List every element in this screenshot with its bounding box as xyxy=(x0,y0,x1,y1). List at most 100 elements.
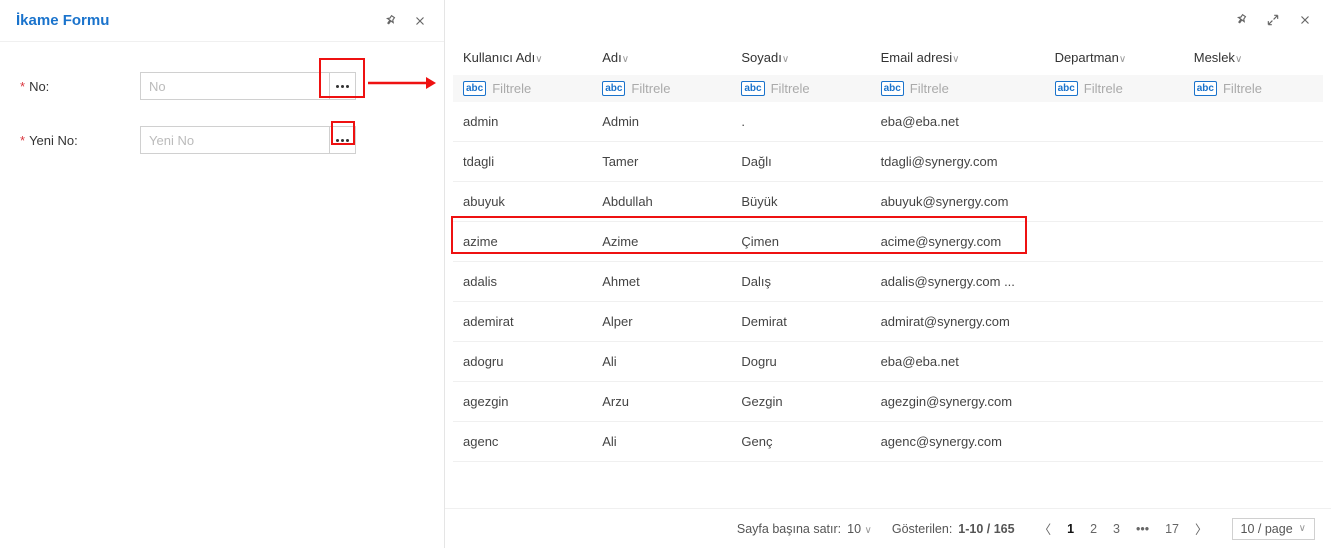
table-cell: Admin xyxy=(592,102,731,142)
col-header-job[interactable]: Meslek∨ xyxy=(1184,40,1323,75)
rows-per-page-label: Sayfa başına satır: xyxy=(737,522,841,536)
label-no: *No: xyxy=(20,79,140,94)
form-title: İkame Formu xyxy=(16,12,109,29)
grid-footer: Sayfa başına satır: 10 ∨ Gösterilen: 1-1… xyxy=(445,508,1331,548)
page-ellipsis: ••• xyxy=(1132,520,1153,538)
input-yeni-no[interactable] xyxy=(140,126,330,154)
table-cell: admirat@synergy.com xyxy=(871,302,1045,342)
table-cell: Dağlı xyxy=(731,142,870,182)
table-cell: . xyxy=(731,102,870,142)
table-cell xyxy=(1045,182,1184,222)
table-row[interactable]: adminAdmin.eba@eba.net xyxy=(453,102,1323,142)
table-cell: adalis@synergy.com ... xyxy=(871,262,1045,302)
filter-icon[interactable]: abc xyxy=(741,81,764,96)
page-next[interactable]: 〉 xyxy=(1191,517,1212,540)
table-cell: Azime xyxy=(592,222,731,262)
page-2[interactable]: 2 xyxy=(1086,520,1101,538)
table-cell: Dalış xyxy=(731,262,870,302)
page-3[interactable]: 3 xyxy=(1109,520,1124,538)
page-size-select[interactable]: 10 / page∨ xyxy=(1232,518,1315,540)
filter-icon[interactable]: abc xyxy=(1055,81,1078,96)
filter-input-department[interactable] xyxy=(1084,81,1174,96)
table-cell: Gezgin xyxy=(731,382,870,422)
close-icon[interactable] xyxy=(1297,12,1313,28)
left-header-icons xyxy=(382,13,428,29)
rows-per-page-select[interactable]: 10 ∨ xyxy=(847,522,872,536)
table-cell: Ali xyxy=(592,342,731,382)
col-header-lastname[interactable]: Soyadı∨ xyxy=(731,40,870,75)
table-cell: Alper xyxy=(592,302,731,342)
showing-value: 1-10 / 165 xyxy=(958,522,1014,536)
table-cell xyxy=(1184,102,1323,142)
table-row[interactable]: agencAliGençagenc@synergy.com xyxy=(453,422,1323,462)
filter-input-job[interactable] xyxy=(1223,81,1313,96)
pagination: 〈 1 2 3 ••• 17 〉 xyxy=(1035,517,1212,540)
form-body: *No: *Yeni No: xyxy=(0,42,444,210)
showing-label: Gösterilen: xyxy=(892,522,952,536)
table-cell: Dogru xyxy=(731,342,870,382)
table-cell: agezgin@synergy.com xyxy=(871,382,1045,422)
filter-input-firstname[interactable] xyxy=(631,81,721,96)
lookup-button-no[interactable] xyxy=(330,72,356,100)
right-grid-panel: Kullanıcı Adı∨ Adı∨ Soyadı∨ Email adresi… xyxy=(445,0,1331,548)
table-cell: Arzu xyxy=(592,382,731,422)
filter-row: abc abc abc abc abc abc xyxy=(453,75,1323,102)
col-header-email[interactable]: Email adresi∨ xyxy=(871,40,1045,75)
table-cell xyxy=(1184,262,1323,302)
input-wrap-yeni-no xyxy=(140,126,356,154)
table-row[interactable]: ademiratAlperDemiratadmirat@synergy.com xyxy=(453,302,1323,342)
table-cell xyxy=(1184,142,1323,182)
left-panel-header: İkame Formu xyxy=(0,0,444,42)
filter-icon[interactable]: abc xyxy=(1194,81,1217,96)
table-row[interactable]: azimeAzimeÇimenacime@synergy.com xyxy=(453,222,1323,262)
table-row[interactable]: tdagliTamerDağlıtdagli@synergy.com xyxy=(453,142,1323,182)
pin-icon[interactable] xyxy=(382,13,398,29)
table-cell: abuyuk xyxy=(453,182,592,222)
table-row[interactable]: adogruAliDogrueba@eba.net xyxy=(453,342,1323,382)
table-cell: agenc xyxy=(453,422,592,462)
filter-icon[interactable]: abc xyxy=(881,81,904,96)
table-cell: Çimen xyxy=(731,222,870,262)
form-row-yeni-no: *Yeni No: xyxy=(20,126,424,154)
page-last[interactable]: 17 xyxy=(1161,520,1183,538)
table-cell xyxy=(1184,222,1323,262)
left-form-panel: İkame Formu *No: *Yeni No: xyxy=(0,0,445,548)
label-yeni-no: *Yeni No: xyxy=(20,133,140,148)
filter-icon[interactable]: abc xyxy=(602,81,625,96)
table-cell: adalis xyxy=(453,262,592,302)
filter-input-email[interactable] xyxy=(910,81,1035,96)
table-cell xyxy=(1045,142,1184,182)
col-header-username[interactable]: Kullanıcı Adı∨ xyxy=(453,40,592,75)
input-no[interactable] xyxy=(140,72,330,100)
table-cell: tdagli@synergy.com xyxy=(871,142,1045,182)
col-header-firstname[interactable]: Adı∨ xyxy=(592,40,731,75)
table-cell: Abdullah xyxy=(592,182,731,222)
table-cell: Büyük xyxy=(731,182,870,222)
table-header-row: Kullanıcı Adı∨ Adı∨ Soyadı∨ Email adresi… xyxy=(453,40,1323,75)
table-cell xyxy=(1184,302,1323,342)
filter-input-username[interactable] xyxy=(492,81,582,96)
page-1[interactable]: 1 xyxy=(1063,520,1078,538)
data-grid: Kullanıcı Adı∨ Adı∨ Soyadı∨ Email adresi… xyxy=(445,40,1331,508)
table-cell xyxy=(1045,422,1184,462)
pin-icon[interactable] xyxy=(1233,12,1249,28)
table-cell: tdagli xyxy=(453,142,592,182)
table-cell: agenc@synergy.com xyxy=(871,422,1045,462)
table-cell xyxy=(1045,382,1184,422)
col-header-department[interactable]: Departman∨ xyxy=(1045,40,1184,75)
expand-icon[interactable] xyxy=(1265,12,1281,28)
table-cell xyxy=(1184,342,1323,382)
table-cell xyxy=(1045,102,1184,142)
lookup-button-yeni-no[interactable] xyxy=(330,126,356,154)
ellipsis-icon xyxy=(336,139,349,142)
filter-icon[interactable]: abc xyxy=(463,81,486,96)
table-row[interactable]: agezginArzuGezginagezgin@synergy.com xyxy=(453,382,1323,422)
table-row[interactable]: abuyukAbdullahBüyükabuyuk@synergy.com xyxy=(453,182,1323,222)
page-prev[interactable]: 〈 xyxy=(1035,517,1056,540)
filter-input-lastname[interactable] xyxy=(771,81,861,96)
table-cell: agezgin xyxy=(453,382,592,422)
table-row[interactable]: adalisAhmetDalışadalis@synergy.com ... xyxy=(453,262,1323,302)
table-cell: abuyuk@synergy.com xyxy=(871,182,1045,222)
close-icon[interactable] xyxy=(412,13,428,29)
table-cell: adogru xyxy=(453,342,592,382)
